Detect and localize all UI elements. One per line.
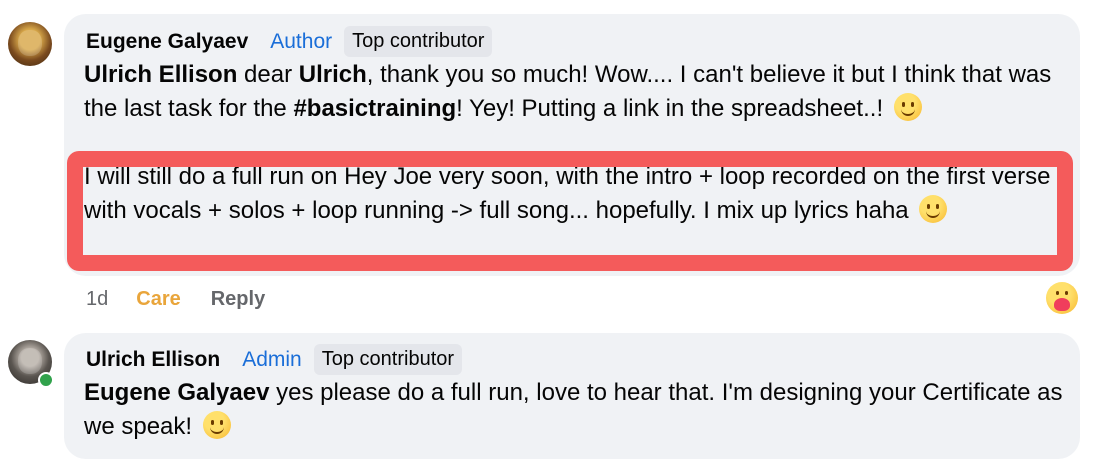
care-reaction-button[interactable]: Care bbox=[136, 288, 180, 311]
smile-emoji-icon bbox=[893, 93, 922, 121]
comment-header: Eugene Galyaev Author Top contributor bbox=[86, 26, 493, 57]
comment-actions: 1d Care Reply bbox=[86, 288, 265, 311]
avatar-face bbox=[18, 348, 42, 374]
mention-link[interactable]: Ulrich Ellison bbox=[84, 61, 237, 88]
top-contributor-badge[interactable]: Top contributor bbox=[313, 344, 463, 375]
hashtag-link[interactable]: #basictraining bbox=[293, 95, 456, 122]
online-status-dot bbox=[38, 372, 54, 388]
author-name[interactable]: Ulrich Ellison bbox=[86, 348, 220, 372]
smile-emoji-icon bbox=[202, 411, 231, 439]
top-contributor-badge[interactable]: Top contributor bbox=[344, 26, 493, 57]
author-role-badge: Author bbox=[270, 29, 333, 53]
text-part: dear bbox=[237, 61, 299, 88]
highlight-box bbox=[67, 151, 1073, 271]
comment-header: Ulrich Ellison Admin Top contributor bbox=[86, 344, 463, 375]
avatar[interactable] bbox=[8, 22, 52, 66]
mention-bold: Ulrich bbox=[298, 61, 367, 88]
reply-button[interactable]: Reply bbox=[211, 288, 265, 311]
text-part: ! Yey! Putting a link in the spreadsheet… bbox=[456, 95, 884, 122]
comment-text: Eugene Galyaev yes please do a full run,… bbox=[84, 376, 1064, 444]
author-name[interactable]: Eugene Galyaev bbox=[86, 30, 248, 54]
timestamp[interactable]: 1d bbox=[86, 288, 108, 311]
comment-text: Ulrich Ellison dear Ulrich, thank you so… bbox=[84, 58, 1064, 126]
author-role-badge: Admin bbox=[242, 347, 302, 371]
mention-link[interactable]: Eugene Galyaev bbox=[84, 379, 269, 406]
avatar-face bbox=[18, 30, 42, 56]
care-reaction-icon[interactable] bbox=[1046, 282, 1078, 314]
